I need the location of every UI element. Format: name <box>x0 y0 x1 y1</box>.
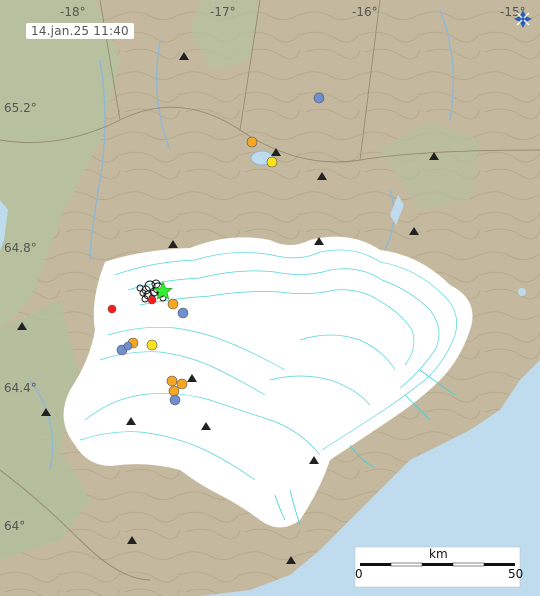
eq-marker <box>167 298 179 310</box>
eq-marker <box>166 375 178 387</box>
timestamp-label: 14.jan.25 11:40 <box>26 23 134 39</box>
eq-marker <box>146 339 158 351</box>
scale-start: 0 <box>355 567 363 581</box>
lat-label-64-8: 64.8° <box>4 241 37 255</box>
lon-label-16: -16° <box>352 5 378 19</box>
eq-marker <box>147 295 157 305</box>
earthquake-map: -18° -17° -16° -15° 65.2° 64.8° 64.4° 64… <box>0 0 540 596</box>
eq-marker <box>266 156 278 168</box>
eq-marker <box>169 394 181 406</box>
eq-marker <box>123 341 133 351</box>
lake-ne <box>518 288 526 296</box>
lat-label-64-4: 64.4° <box>4 381 37 395</box>
eq-marker <box>168 385 180 397</box>
scale-bar: km 0 50 <box>354 546 523 588</box>
lon-label-18: -18° <box>60 5 86 19</box>
scale-end: 50 <box>508 567 523 581</box>
eq-marker <box>246 136 258 148</box>
lon-label-17: -17° <box>210 5 236 19</box>
eq-marker <box>313 92 325 104</box>
eq-marker <box>176 378 188 390</box>
map-canvas: -18° -17° -16° -15° 65.2° 64.8° 64.4° 64… <box>0 0 540 596</box>
eq-marker <box>177 307 189 319</box>
lat-label-64: 64° <box>4 519 25 533</box>
lat-label-65-2: 65.2° <box>4 101 37 115</box>
eq-marker <box>107 304 117 314</box>
scale-unit: km <box>429 547 448 561</box>
